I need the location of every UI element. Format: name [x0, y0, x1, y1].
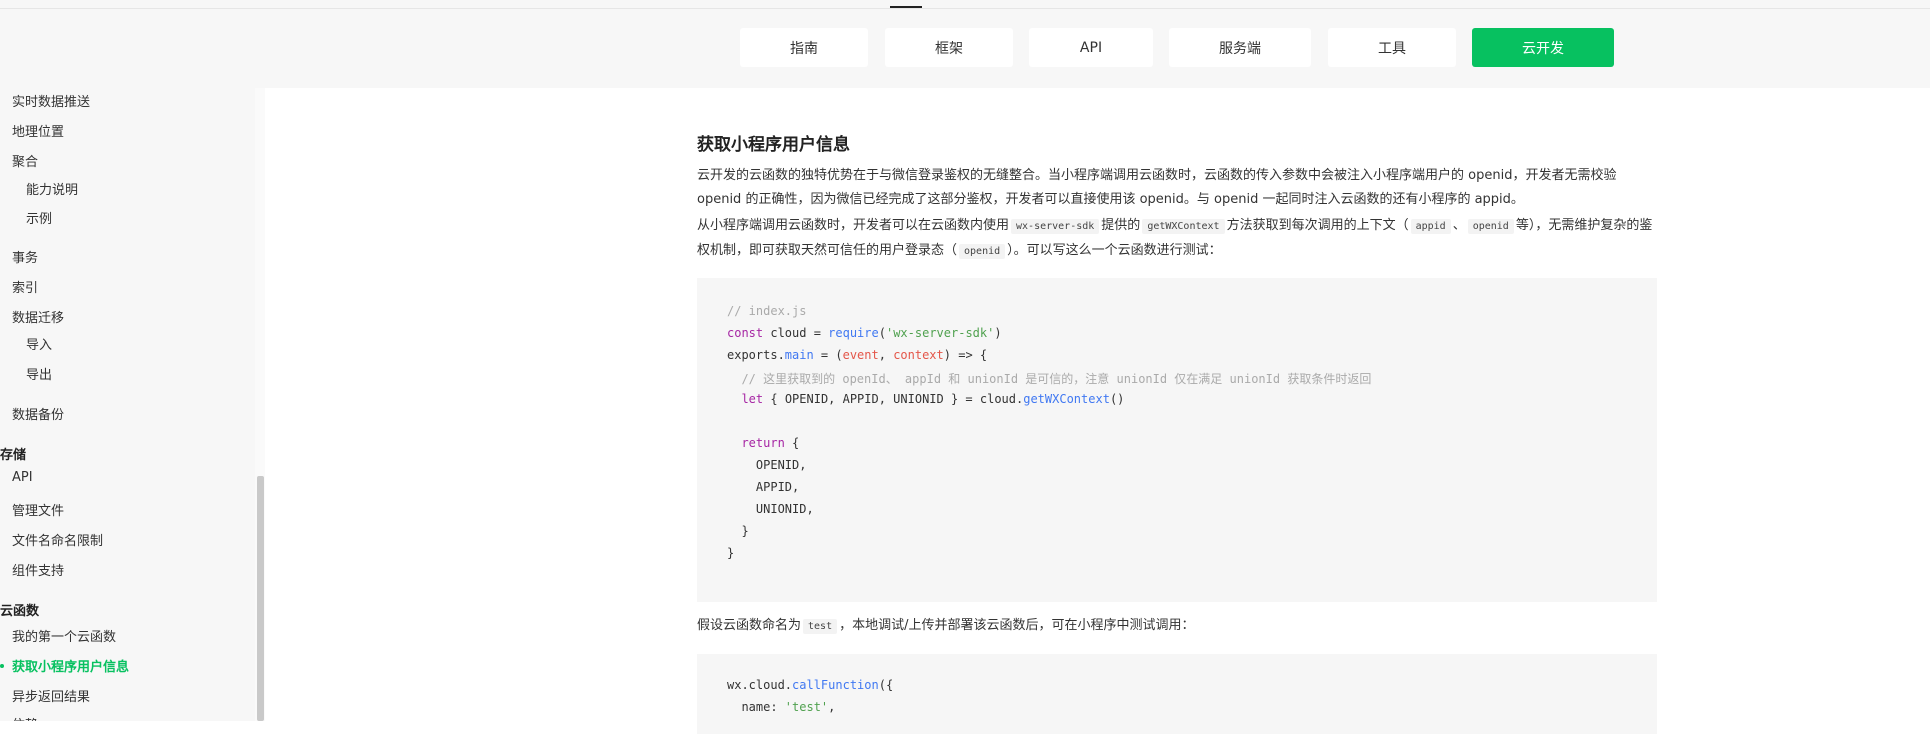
- code-line: wx.cloud.callFunction({: [727, 678, 893, 692]
- code-line: let { OPENID, APPID, UNIONID } = cloud.g…: [727, 392, 1124, 406]
- code-text: {: [784, 436, 800, 450]
- text: 假设云函数命名为: [697, 618, 802, 633]
- sidebar-item-import[interactable]: 导入: [26, 334, 52, 353]
- text: 方法获取到每次调用的上下文（: [1226, 218, 1409, 233]
- code-text: cloud =: [763, 326, 829, 340]
- tab-cloud-dev[interactable]: 云开发: [1472, 28, 1614, 67]
- code-text: (: [878, 326, 886, 340]
- code-function: main: [784, 348, 814, 362]
- sidebar-item-transaction[interactable]: 事务: [12, 247, 38, 266]
- code-text: name:: [727, 700, 785, 714]
- tab-server[interactable]: 服务端: [1169, 28, 1311, 67]
- code-text: = (: [813, 348, 843, 362]
- text: 提供的: [1101, 218, 1141, 233]
- code-text: ) => {: [943, 348, 988, 362]
- code-text: ,: [828, 700, 836, 714]
- code-param: event: [842, 348, 879, 362]
- code-keyword: let: [741, 392, 764, 406]
- sidebar-scrollbar-thumb[interactable]: [257, 476, 264, 721]
- code-function: callFunction: [792, 678, 879, 692]
- sidebar-item-index[interactable]: 索引: [12, 277, 38, 296]
- sidebar-section-storage: 存储: [0, 448, 27, 463]
- text: ）。可以写这么一个云函数进行测试：: [1007, 243, 1222, 258]
- inline-code: openid: [1467, 219, 1514, 234]
- sidebar-item-geolocation[interactable]: 地理位置: [12, 121, 64, 140]
- code-line: // index.js: [727, 304, 807, 318]
- sidebar-section-cloud-functions: 云函数: [0, 604, 40, 619]
- test-call-paragraph: 假设云函数命名为 test ，本地调试/上传并部署该云函数后，可在小程序中测试调用：: [697, 614, 1657, 639]
- code-function: getWXContext: [1023, 392, 1110, 406]
- text: ，本地调试/上传并部署该云函数后，可在小程序中测试调用：: [839, 618, 1195, 633]
- sidebar-item-get-user-info[interactable]: 获取小程序用户信息: [12, 656, 129, 675]
- code-line: const cloud = require('wx-server-sdk'): [727, 326, 1002, 340]
- code-line: OPENID,: [727, 458, 807, 472]
- code-line: }: [727, 524, 749, 538]
- top-nav-bar: 指南 框架 API 服务端 工具 云开发: [0, 0, 1930, 88]
- code-block-index-js: // index.js const cloud = require('wx-se…: [697, 278, 1657, 602]
- text: 、: [1452, 218, 1466, 233]
- sidebar-item-manage-files[interactable]: 管理文件: [12, 500, 64, 519]
- inline-code: wx-server-sdk: [1011, 219, 1100, 234]
- sidebar-item-realtime-push[interactable]: 实时数据推送: [12, 91, 90, 110]
- code-text: exports.: [727, 348, 785, 362]
- inline-code: openid: [959, 244, 1006, 259]
- sidebar-item-capability[interactable]: 能力说明: [26, 179, 78, 198]
- sidebar-item-storage-api[interactable]: API: [12, 470, 33, 485]
- inline-code: appid: [1410, 219, 1451, 234]
- code-line: name: 'test',: [727, 700, 835, 714]
- code-line: APPID,: [727, 480, 800, 494]
- code-keyword: const: [727, 326, 764, 340]
- code-string: 'wx-server-sdk': [885, 326, 995, 340]
- tab-api[interactable]: API: [1029, 28, 1153, 67]
- sidebar-item-example[interactable]: 示例: [26, 208, 52, 227]
- context-paragraph: 从小程序端调用云函数时，开发者可以在云函数内使用 wx-server-sdk 提供的…: [697, 214, 1657, 264]
- sidebar-item-async-result[interactable]: 异步返回结果: [12, 686, 90, 705]
- code-text: ,: [878, 348, 894, 362]
- code-function: require: [828, 326, 879, 340]
- code-keyword: return: [741, 436, 785, 450]
- code-text: { OPENID, APPID, UNIONID } = cloud.: [763, 392, 1024, 406]
- sidebar-item-export[interactable]: 导出: [26, 364, 52, 383]
- text: 从小程序端调用云函数时，开发者可以在云函数内使用: [697, 218, 1010, 233]
- code-text: ): [994, 326, 1002, 340]
- sidebar-item-filename-limits[interactable]: 文件名命名限制: [12, 530, 103, 549]
- tab-tools[interactable]: 工具: [1328, 28, 1456, 67]
- code-text: ({: [878, 678, 894, 692]
- sidebar-item-data-migration[interactable]: 数据迁移: [12, 307, 64, 326]
- code-block-call-function: wx.cloud.callFunction({ name: 'test',: [697, 654, 1657, 734]
- active-item-dot: [0, 664, 4, 668]
- tab-guide[interactable]: 指南: [740, 28, 868, 67]
- sidebar-item-dependencies[interactable]: 依赖: [12, 714, 38, 721]
- top-divider: [0, 8, 1930, 9]
- code-line: }: [727, 546, 735, 560]
- inline-code: getWXContext: [1142, 219, 1225, 234]
- page-title: 获取小程序用户信息: [697, 135, 850, 155]
- code-line: // 这里获取到的 openId、 appId 和 unionId 是可信的，注…: [727, 372, 1372, 386]
- code-line: UNIONID,: [727, 502, 814, 516]
- code-param: context: [893, 348, 944, 362]
- code-line: return {: [727, 436, 799, 450]
- tab-framework[interactable]: 框架: [885, 28, 1013, 67]
- sidebar: 实时数据推送 地理位置 聚合 能力说明 示例 事务 索引 数据迁移 导入 导出 …: [0, 88, 258, 721]
- code-line: exports.main = (event, context) => {: [727, 348, 987, 362]
- intro-paragraph: 云开发的云函数的独特优势在于与微信登录鉴权的无缝整合。当小程序端调用云函数时，云…: [697, 168, 1617, 207]
- active-indicator: [890, 6, 922, 8]
- code-text: (): [1109, 392, 1125, 406]
- code-text: wx.cloud.: [727, 678, 793, 692]
- inline-code: test: [803, 619, 838, 634]
- sidebar-item-component-support[interactable]: 组件支持: [12, 560, 64, 579]
- sidebar-item-data-backup[interactable]: 数据备份: [12, 404, 64, 423]
- sidebar-item-aggregate[interactable]: 聚合: [12, 151, 38, 170]
- code-string: 'test': [784, 700, 829, 714]
- sidebar-item-first-cloud-function[interactable]: 我的第一个云函数: [12, 626, 116, 645]
